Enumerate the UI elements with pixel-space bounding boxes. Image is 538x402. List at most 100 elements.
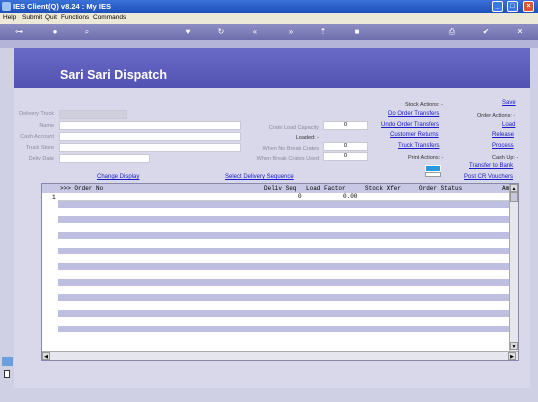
menu-bar: Help Submit Quit Functions Commands	[0, 13, 538, 24]
stock-actions-label: Stock Actions: -	[405, 102, 443, 108]
table-row[interactable]	[58, 255, 509, 264]
menu-functions[interactable]: Functions	[61, 14, 89, 21]
load-link[interactable]: Load	[502, 122, 515, 128]
name-field[interactable]	[59, 121, 241, 130]
table-row[interactable]	[58, 271, 509, 279]
truck-store-label: Truck Store	[25, 145, 54, 151]
table-row[interactable]	[58, 278, 509, 287]
cash-account-label: Cash Account	[20, 134, 54, 140]
loaded-label: Loaded: -	[295, 135, 319, 141]
scroll-down-icon[interactable]: ▼	[510, 342, 518, 350]
menu-submit[interactable]: Submit	[22, 14, 42, 21]
scroll-up-icon[interactable]: ▲	[510, 184, 518, 192]
transfer-to-bank-link[interactable]: Transfer to Bank	[469, 163, 513, 169]
process-link[interactable]: Process	[492, 143, 514, 149]
maximize-button[interactable]: □	[507, 1, 518, 12]
when-no-break-crates-label: When No Break Crates	[262, 146, 319, 152]
order-actions-label: Order Actions: -	[477, 113, 516, 119]
save-link[interactable]: Save	[502, 100, 516, 106]
when-break-crates-used-field[interactable]: 0	[323, 152, 368, 161]
delivery-truck-label: Delivery Truck	[19, 111, 54, 117]
print-paper-icon	[425, 172, 441, 177]
cancel-icon[interactable]: ✕	[515, 27, 525, 37]
last-page-icon[interactable]: »	[286, 27, 296, 37]
cell-load-factor[interactable]: 0.00	[343, 193, 357, 200]
header-panel: Sari Sari Dispatch	[14, 48, 530, 88]
truck-store-field[interactable]	[59, 143, 241, 152]
horizontal-scrollbar[interactable]: ◀ ▶	[42, 351, 518, 360]
table-row[interactable]	[58, 209, 509, 217]
when-no-break-crates-field[interactable]: 0	[323, 142, 368, 151]
app-icon	[2, 2, 11, 11]
check-icon[interactable]: ✔	[481, 27, 491, 37]
col-load-factor[interactable]: Load Factor	[306, 185, 346, 192]
upload-icon[interactable]: ⇡	[318, 27, 328, 37]
first-page-icon[interactable]: «	[250, 27, 260, 37]
page-title: Sari Sari Dispatch	[60, 68, 167, 82]
grid-rows: 0 0.00	[58, 193, 509, 342]
row-number: 1	[52, 194, 56, 201]
key-icon[interactable]: ⊶	[8, 27, 30, 37]
col-stock-xfer[interactable]: Stock Xfer	[365, 185, 401, 192]
col-deliv-seq[interactable]: Deliv Seq	[264, 185, 296, 192]
cell-deliv-seq[interactable]: 0	[298, 193, 302, 200]
post-cr-vouchers-link[interactable]: Post CR Vouchers	[464, 174, 513, 180]
table-row[interactable]: 0 0.00	[58, 193, 509, 201]
heart-icon[interactable]: ♥	[183, 27, 193, 37]
table-row[interactable]	[58, 231, 509, 240]
cash-up-label: Cash Up: -	[492, 155, 519, 161]
truck-transfers-link[interactable]: Truck Transfers	[398, 143, 439, 149]
col-order-status[interactable]: Order Status	[419, 185, 462, 192]
table-row[interactable]	[58, 216, 509, 225]
menu-quit[interactable]: Quit	[45, 14, 57, 21]
table-row[interactable]	[58, 200, 509, 209]
scroll-right-icon[interactable]: ▶	[508, 352, 516, 360]
cash-account-field[interactable]	[59, 132, 241, 141]
menu-help[interactable]: Help	[3, 14, 16, 21]
vertical-scrollbar[interactable]: ▲ ▼	[509, 184, 518, 351]
table-row[interactable]	[58, 302, 509, 310]
crate-load-capacity-field[interactable]: 0	[323, 121, 368, 130]
side-tab-icon[interactable]	[2, 357, 13, 366]
release-link[interactable]: Release	[492, 132, 514, 138]
side-doc-icon[interactable]	[4, 370, 10, 378]
delivery-truck-field[interactable]	[59, 110, 127, 119]
select-delivery-sequence-link[interactable]: Select Delivery Sequence	[225, 174, 294, 180]
table-row[interactable]	[58, 263, 509, 271]
menu-commands[interactable]: Commands	[93, 14, 126, 21]
col-order-no[interactable]: >>> Order No	[60, 185, 103, 192]
table-row[interactable]	[58, 240, 509, 248]
search-icon[interactable]: ⌕	[82, 27, 92, 37]
deliv-date-field[interactable]	[59, 154, 150, 163]
refresh-icon[interactable]: ↻	[216, 27, 226, 37]
left-sidebar	[0, 48, 14, 402]
table-row[interactable]	[58, 325, 509, 334]
stop-icon[interactable]: ■	[352, 27, 362, 37]
minimize-button[interactable]: _	[492, 1, 503, 12]
print-button-icon[interactable]	[425, 165, 441, 172]
print-icon[interactable]: ⎙	[447, 27, 457, 37]
table-row[interactable]	[58, 287, 509, 295]
undo-order-transfers-link[interactable]: Undo Order Transfers	[381, 122, 439, 128]
change-display-link[interactable]: Change Display	[97, 174, 139, 180]
table-row[interactable]	[58, 333, 509, 342]
table-row[interactable]	[58, 224, 509, 232]
name-label: Name	[39, 123, 54, 129]
close-button[interactable]: ×	[523, 1, 534, 12]
table-row[interactable]	[58, 318, 509, 326]
scroll-left-icon[interactable]: ◀	[42, 352, 50, 360]
deliv-date-label: Deliv Date	[28, 156, 54, 162]
when-break-crates-used-label: When Break Crates Used	[256, 156, 319, 162]
table-row[interactable]	[58, 294, 509, 303]
grid-header: >>> Order No Deliv Seq Load Factor Stock…	[42, 184, 518, 193]
toolbar-separator	[0, 40, 538, 48]
right-sidebar	[530, 48, 538, 402]
do-order-transfers-link[interactable]: Do Order Transfers	[388, 111, 439, 117]
info-icon[interactable]: ●	[50, 27, 60, 37]
scroll-thumb[interactable]	[510, 192, 518, 202]
orders-grid[interactable]: >>> Order No Deliv Seq Load Factor Stock…	[41, 183, 519, 361]
table-row[interactable]	[58, 309, 509, 318]
customer-returns-link[interactable]: Customer Returns	[390, 132, 439, 138]
table-row[interactable]	[58, 247, 509, 256]
title-bar: IES Client(Q) v8.24 : My IES _ □ ×	[0, 0, 538, 13]
